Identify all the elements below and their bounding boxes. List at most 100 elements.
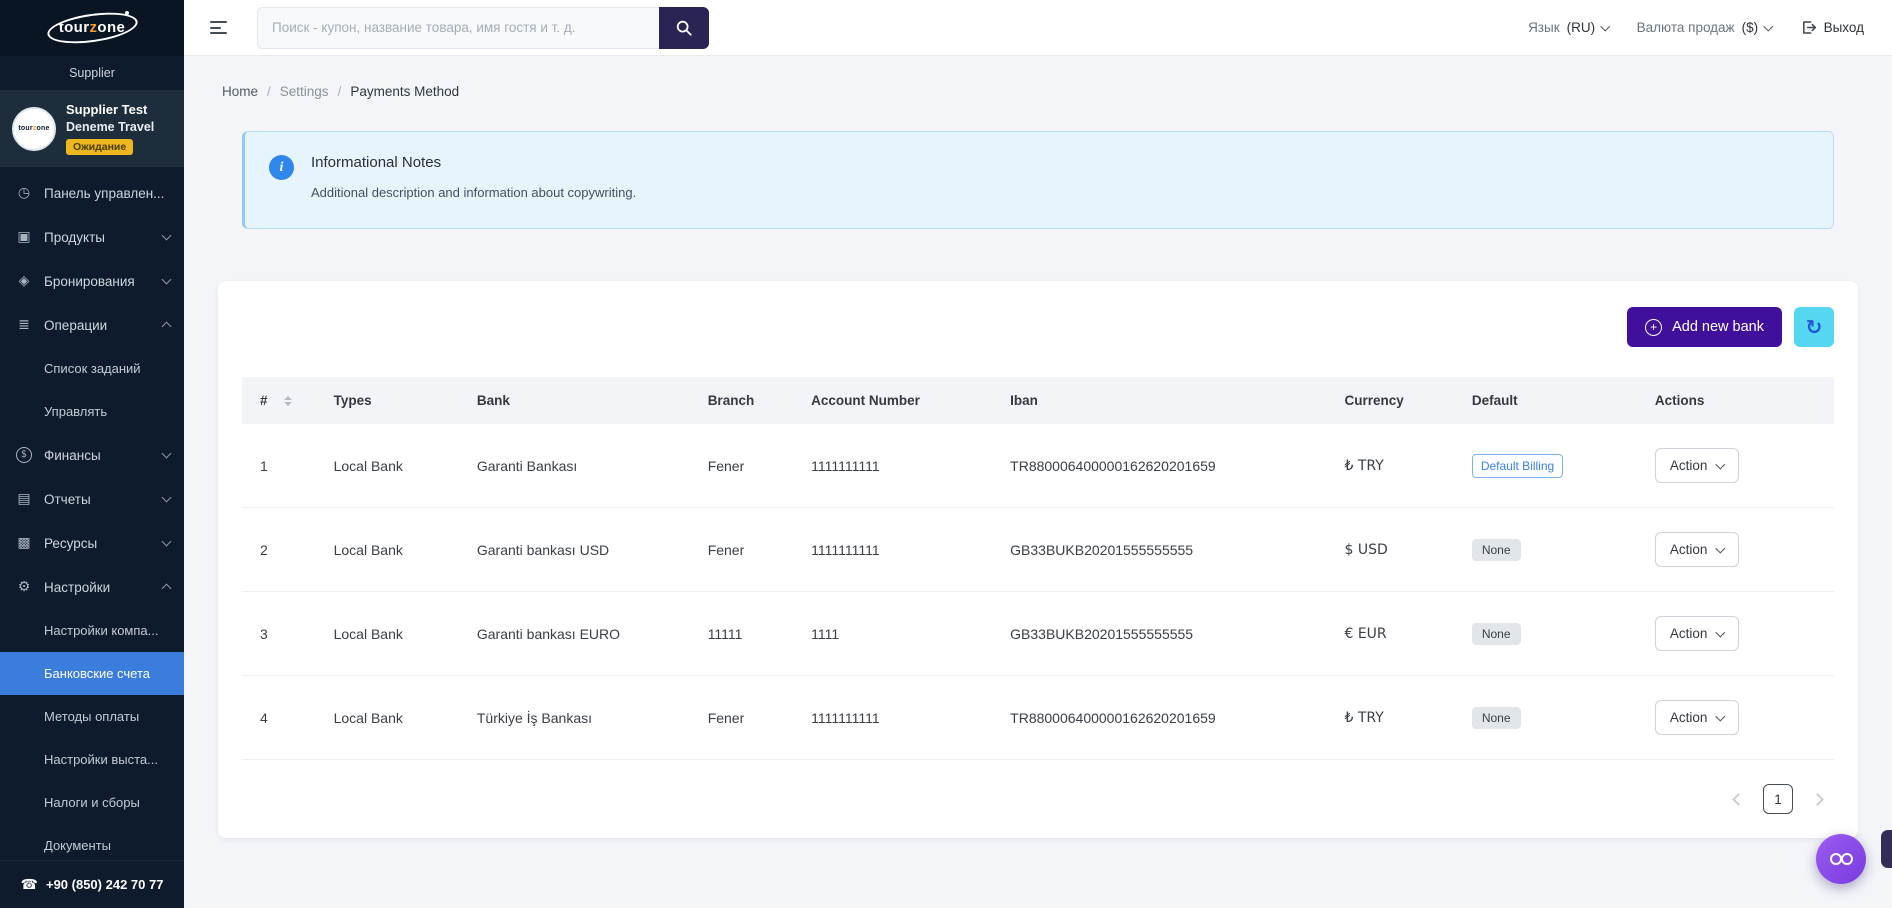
sidebar-item-dashboard[interactable]: ◷ Панель управлен... <box>0 171 184 215</box>
sidebar-item-documents[interactable]: Документы <box>0 824 184 860</box>
column-actions: Actions <box>1642 377 1834 424</box>
chevron-down-icon <box>161 274 172 285</box>
breadcrumb-current: Payments Method <box>350 84 460 99</box>
chevron-left-icon <box>1732 792 1745 806</box>
table-row: 1 Local Bank Garanti Bankası Fener 11111… <box>242 424 1834 508</box>
plus-icon: + <box>1645 318 1663 336</box>
profile-company: Deneme Travel <box>66 120 155 134</box>
portal-label: Supplier <box>69 66 115 80</box>
add-new-bank-button[interactable]: + Add new bank <box>1627 307 1782 347</box>
search-input[interactable] <box>257 6 659 49</box>
resources-icon: ▩ <box>17 535 31 551</box>
chevron-up-icon <box>161 583 172 594</box>
sidebar-item-manage[interactable]: Управлять <box>0 390 184 433</box>
topbar: Язык (RU) Валюта продаж ($) Выход <box>184 0 1892 56</box>
row-action-button[interactable]: Action <box>1654 700 1739 735</box>
sidebar-item-reports[interactable]: ▤ Отчеты <box>0 477 184 521</box>
profile-card[interactable]: tourzone Supplier Test Deneme Travel Ожи… <box>0 90 184 167</box>
chevron-down-icon <box>1716 543 1726 554</box>
sidebar-item-bank-accounts[interactable]: Банковские счета <box>0 652 184 695</box>
breadcrumb: Home / Settings / Payments Method <box>222 84 460 99</box>
sidebar: tourzone Supplier tourzone Supplier Test… <box>0 0 184 908</box>
info-note-title: Informational Notes <box>311 154 442 171</box>
settings-gear-icon: ⚙ <box>17 579 31 595</box>
chevron-right-icon <box>1811 792 1824 806</box>
column-default: Default <box>1459 377 1643 424</box>
row-action-button[interactable]: Action <box>1654 532 1739 567</box>
refresh-icon: ↻ <box>1805 315 1823 339</box>
finance-icon: $ <box>16 447 32 463</box>
chevron-up-icon <box>161 321 172 332</box>
search-icon <box>676 20 692 36</box>
bank-accounts-card: + Add new bank ↻ # Types Bank Branch Acc… <box>218 281 1858 838</box>
language-select[interactable]: Язык (RU) <box>1528 20 1610 35</box>
logo-text: tourzone <box>58 19 126 36</box>
column-bank: Bank <box>464 377 696 424</box>
sidebar-item-products[interactable]: ▣ Продукты <box>0 215 184 259</box>
content-area: Home / Settings / Payments Method i Info… <box>184 56 1892 908</box>
profile-name: Supplier Test <box>66 102 148 117</box>
global-search <box>257 6 709 49</box>
sort-icon[interactable] <box>283 396 292 407</box>
gauge-icon: ◷ <box>17 185 31 201</box>
chevron-down-icon <box>1763 21 1773 31</box>
column-number[interactable]: # <box>242 377 322 424</box>
status-badge: Ожидание <box>66 139 134 155</box>
logout-button[interactable]: Выход <box>1800 19 1864 36</box>
support-phone-number: +90 (850) 242 70 77 <box>45 877 164 892</box>
sidebar-item-task-list[interactable]: Список заданий <box>0 347 184 390</box>
brand-logo[interactable]: tourzone <box>0 0 184 56</box>
sidebar-item-company-settings[interactable]: Настройки компа... <box>0 609 184 652</box>
next-page-button[interactable] <box>1811 792 1824 806</box>
bank-accounts-table: # Types Bank Branch Account Number Iban … <box>242 377 1834 760</box>
chevron-down-icon <box>161 536 172 547</box>
info-icon: i <box>269 155 294 180</box>
table-row: 4 Local Bank Türkiye İş Bankası Fener 11… <box>242 675 1834 760</box>
sidebar-item-bookings[interactable]: ◈ Бронирования <box>0 259 184 303</box>
informational-note: i Informational Notes Additional descrip… <box>242 131 1834 229</box>
column-iban: Iban <box>998 377 1333 424</box>
sidebar-item-settings[interactable]: ⚙ Настройки <box>0 565 184 609</box>
widget-side-tab[interactable] <box>1881 830 1892 868</box>
breadcrumb-home[interactable]: Home <box>222 84 258 99</box>
chevron-down-icon <box>1716 459 1726 470</box>
bookings-icon: ◈ <box>18 273 30 289</box>
column-account-number: Account Number <box>799 377 999 424</box>
column-branch: Branch <box>695 377 800 424</box>
avatar: tourzone <box>12 106 56 151</box>
default-billing-badge: Default Billing <box>1471 453 1564 478</box>
chevron-down-icon <box>161 448 172 459</box>
none-badge: None <box>1471 622 1521 645</box>
page-number[interactable]: 1 <box>1763 784 1793 814</box>
logout-icon <box>1802 21 1816 34</box>
info-note-description: Additional description and information a… <box>311 185 637 200</box>
table-row: 3 Local Bank Garanti bankası EURO 11111 … <box>242 591 1834 676</box>
goggles-icon <box>1829 853 1853 865</box>
sidebar-item-resources[interactable]: ▩ Ресурсы <box>0 521 184 565</box>
none-badge: None <box>1471 706 1521 729</box>
sales-currency-select[interactable]: Валюта продаж ($) <box>1637 20 1773 35</box>
breadcrumb-settings[interactable]: Settings <box>280 84 329 99</box>
table-header-row: # Types Bank Branch Account Number Iban … <box>242 377 1834 424</box>
chevron-down-icon <box>1600 21 1610 31</box>
sidebar-item-operations[interactable]: ≣ Операции <box>0 303 184 347</box>
phone-icon: ☎ <box>20 876 38 893</box>
support-phone[interactable]: ☎ +90 (850) 242 70 77 <box>0 860 184 908</box>
row-action-button[interactable]: Action <box>1654 448 1739 483</box>
refresh-button[interactable]: ↻ <box>1794 307 1834 347</box>
search-button[interactable] <box>659 6 709 49</box>
chevron-down-icon <box>161 492 172 503</box>
chevron-down-icon <box>1716 627 1726 638</box>
row-action-button[interactable]: Action <box>1654 616 1739 651</box>
sidebar-item-finance[interactable]: $ Финансы <box>0 433 184 477</box>
sidebar-item-invoice-settings[interactable]: Настройки выста... <box>0 738 184 781</box>
pagination: 1 <box>242 760 1834 822</box>
sidebar-item-payment-methods[interactable]: Методы оплаты <box>0 695 184 738</box>
sidebar-toggle-button[interactable] <box>206 17 231 38</box>
prev-page-button[interactable] <box>1732 792 1745 806</box>
none-badge: None <box>1471 538 1521 561</box>
sidebar-item-taxes-fees[interactable]: Налоги и сборы <box>0 781 184 824</box>
support-widget-button[interactable] <box>1816 834 1866 884</box>
chevron-down-icon <box>161 230 172 241</box>
sidebar-menu: ◷ Панель управлен... ▣ Продукты ◈ Бронир… <box>0 167 184 860</box>
